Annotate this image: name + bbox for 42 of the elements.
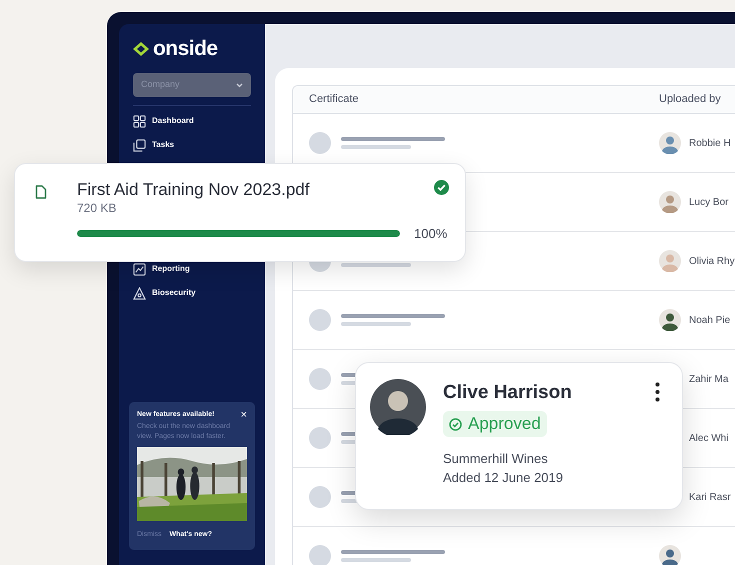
nav-item[interactable]: Dashboard <box>133 112 251 130</box>
chart-icon <box>133 262 146 276</box>
uploader-name: Kari Rasr <box>689 490 731 504</box>
stacked-squares-icon <box>133 138 146 152</box>
column-header: Uploaded by <box>659 92 721 108</box>
logo-icon <box>133 42 149 56</box>
placeholder-circle <box>309 132 331 154</box>
uploader-name: Zahir Ma <box>689 372 728 386</box>
nav-item[interactable]: Tasks <box>133 136 251 154</box>
placeholder-circle <box>309 427 331 449</box>
avatar <box>659 309 681 331</box>
status-badge: Approved <box>443 411 547 437</box>
placeholder-circle <box>309 486 331 508</box>
column-header: Certificate <box>308 92 360 108</box>
avatar <box>659 191 681 213</box>
avatar <box>659 545 681 565</box>
uploader-name: Alec Whi <box>689 432 728 446</box>
more-icon[interactable] <box>655 382 660 402</box>
document-icon <box>35 185 47 199</box>
nav-item[interactable]: Biosecurity <box>133 284 251 302</box>
file-size: 720 KB <box>77 200 118 216</box>
close-button[interactable]: × <box>240 410 247 420</box>
uploader-name: Olivia Rhy <box>689 254 735 268</box>
avatar <box>370 379 426 435</box>
added-date: Added 12 June 2019 <box>443 468 564 486</box>
uploader-name: Noah Pie <box>689 314 730 328</box>
uploader-name: Lucy Bor <box>689 196 728 210</box>
placeholder-circle <box>309 368 331 390</box>
grid-icon <box>133 114 146 128</box>
check-circle-icon <box>449 418 462 430</box>
triangle-icon <box>133 286 146 300</box>
avatar <box>659 132 681 154</box>
avatar <box>659 250 681 272</box>
chevron-icon <box>236 82 243 88</box>
file-name: First Aid Training Nov 2023.pdf <box>77 180 310 200</box>
uploader-name: Robbie H <box>689 136 731 150</box>
company-name: Summerhill Wines <box>443 450 549 468</box>
placeholder-circle <box>309 309 331 331</box>
progress-percent: 100% <box>414 225 448 243</box>
brand-logo: onside <box>153 38 218 59</box>
person-name: Clive Harrison <box>443 381 572 405</box>
nav-item[interactable]: Reporting <box>133 260 251 278</box>
